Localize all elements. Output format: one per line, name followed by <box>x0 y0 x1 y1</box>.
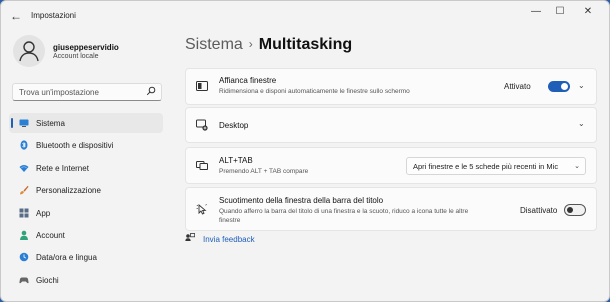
user-name: giuseppeservidio <box>53 43 119 52</box>
user-silhouette-icon <box>19 41 39 62</box>
snap-windows-description: Ridimensiona e disponi automaticamente l… <box>219 88 410 95</box>
brush-icon <box>20 185 29 195</box>
sidebar-item-label: Account <box>36 230 65 240</box>
shake-toggle-state: Disattivato <box>520 206 558 215</box>
minimize-icon: — <box>531 6 541 17</box>
gamepad-icon <box>19 277 29 283</box>
maximize-button[interactable]: ☐ <box>549 5 571 19</box>
back-button[interactable]: ← <box>9 9 23 23</box>
account-type: Account locale <box>53 53 99 60</box>
avatar[interactable] <box>13 35 45 67</box>
title-bar-shake-card: Scuotimento della finestra della barra d… <box>185 187 597 231</box>
main-content: Sistema › Multitasking Affianca finestre R… <box>185 31 597 301</box>
alt-tab-icon <box>196 161 208 170</box>
alt-tab-card: ALT+TAB Premendo ALT + TAB compare Apri … <box>185 147 597 184</box>
sidebar-item-data-ora[interactable]: Data/ora e lingua <box>9 247 163 267</box>
chevron-down-icon[interactable]: ⌄ <box>578 120 586 128</box>
desktop-card[interactable]: Desktop ⌄ <box>185 107 597 143</box>
apps-icon <box>19 208 29 218</box>
alt-tab-description: Premendo ALT + TAB compare <box>219 168 309 175</box>
title-bar: ← Impostazioni — ☐ ✕ <box>1 1 609 31</box>
sidebar-item-label: Sistema <box>36 119 65 128</box>
alt-tab-selected: Apri finestre e le 5 schede più recenti … <box>413 162 559 171</box>
search-input[interactable]: Trova un'impostazione <box>19 88 99 97</box>
search-box[interactable]: Trova un'impostazione <box>12 83 162 101</box>
sidebar-item-sistema[interactable]: Sistema <box>9 113 163 133</box>
toggle-knob <box>567 207 573 213</box>
shake-title: Scuotimento della finestra della barra d… <box>219 196 384 205</box>
breadcrumb: Sistema › Multitasking <box>185 36 352 54</box>
sidebar-item-label: Giochi <box>36 275 59 285</box>
sidebar-item-label: Rete e Internet <box>36 163 89 173</box>
maximize-icon: ☐ <box>555 6 565 17</box>
close-icon: ✕ <box>583 6 593 17</box>
breadcrumb-separator: › <box>248 37 253 51</box>
account-icon <box>20 230 28 240</box>
snap-toggle-state: Attivato <box>504 82 531 91</box>
chevron-down-icon: ⌄ <box>574 163 580 170</box>
alt-tab-title: ALT+TAB <box>219 156 253 165</box>
sidebar-item-account[interactable]: Account <box>9 225 163 245</box>
snap-toggle[interactable] <box>548 81 570 92</box>
bluetooth-icon <box>20 140 28 150</box>
sidebar-item-label: Data/ora e lingua <box>36 253 97 263</box>
sidebar-item-label: Bluetooth e dispositivi <box>36 141 114 151</box>
globe-clock-icon <box>19 253 29 262</box>
snap-layout-icon <box>196 81 208 91</box>
toggle-knob <box>561 83 568 90</box>
sidebar-item-bluetooth[interactable]: Bluetooth e dispositivi <box>9 135 163 155</box>
breadcrumb-parent[interactable]: Sistema <box>185 36 243 53</box>
shake-toggle[interactable] <box>564 204 586 216</box>
sidebar: giuseppeservidio Account locale Trova un… <box>1 31 171 301</box>
page-title: Multitasking <box>258 36 353 53</box>
sidebar-item-label: App <box>36 208 51 218</box>
desktop-title: Desktop <box>219 121 249 130</box>
sidebar-item-rete[interactable]: Rete e Internet <box>9 158 163 178</box>
shake-description: Quando afferro la barra del titolo di un… <box>219 208 469 224</box>
sidebar-item-label: Personalizzazione <box>36 186 101 196</box>
minimize-button[interactable]: — <box>525 5 547 19</box>
feedback-icon <box>185 233 195 241</box>
snap-windows-title: Affianca finestre <box>219 76 277 85</box>
sidebar-item-giochi[interactable]: Giochi <box>9 270 163 290</box>
sidebar-item-personalizzazione[interactable]: Personalizzazione <box>9 180 163 200</box>
close-button[interactable]: ✕ <box>577 5 599 19</box>
shake-cursor-icon <box>196 204 207 215</box>
sidebar-nav: Sistema Bluetooth e dispositivi Rete e I… <box>9 113 163 292</box>
alt-tab-dropdown[interactable]: Apri finestre e le 5 schede più recenti … <box>406 157 586 175</box>
settings-window: ← Impostazioni — ☐ ✕ giuseppeservidio Ac… <box>0 0 610 302</box>
snap-windows-card[interactable]: Affianca finestre Ridimensiona e disponi… <box>185 68 597 105</box>
send-feedback-link[interactable]: Invia feedback <box>203 235 255 244</box>
chevron-down-icon[interactable]: ⌄ <box>578 82 586 90</box>
system-icon <box>19 119 29 127</box>
wifi-icon <box>19 164 29 172</box>
search-icon[interactable] <box>146 86 156 96</box>
sidebar-item-app[interactable]: App <box>9 203 163 223</box>
app-title: Impostazioni <box>31 11 76 20</box>
back-arrow-icon: ← <box>10 9 22 23</box>
desktop-icon <box>196 119 208 131</box>
